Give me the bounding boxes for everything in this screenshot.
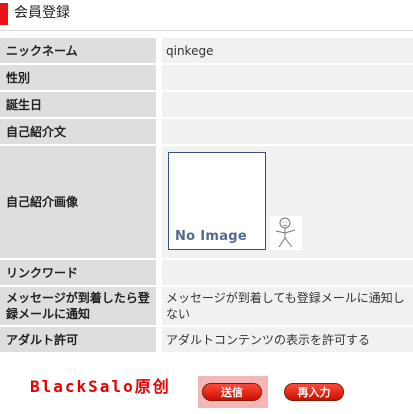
table-row: リンクワード — [0, 259, 413, 287]
photo-wrap: No Image — [166, 146, 413, 258]
profile-image-placeholder[interactable]: No Image — [168, 152, 266, 250]
no-image-text: No Image — [175, 229, 248, 244]
table-row: アダルト許可 アダルトコンテンツの表示を許可する — [0, 326, 413, 354]
table-row: ニックネーム qinkege — [0, 38, 413, 65]
photo-cell: No Image — [159, 145, 413, 260]
table-row: 自己紹介画像 No Image — [0, 145, 413, 260]
intro-label: 自己紹介文 — [0, 118, 162, 146]
header-accent-bar — [0, 3, 8, 25]
notify-value: メッセージが到着しても登録メールに通知しない — [159, 286, 413, 327]
stick-figure-icon — [270, 216, 302, 250]
submit-highlight: 送信 — [198, 376, 268, 408]
page-header: 会員登録 — [0, 0, 413, 31]
table-row: 自己紹介文 — [0, 118, 413, 146]
birthday-value — [159, 91, 413, 119]
intro-value — [159, 118, 413, 146]
nickname-label: ニックネーム — [0, 38, 162, 65]
profile-table: ニックネーム qinkege 性別 誕生日 自己紹介文 自己紹介画像 No Im… — [0, 38, 413, 354]
photo-label: 自己紹介画像 — [0, 145, 162, 260]
gender-label: 性別 — [0, 64, 162, 92]
table-row: 誕生日 — [0, 91, 413, 119]
table-row: メッセージが到着したら登録メールに通知 メッセージが到着しても登録メールに通知し… — [0, 286, 413, 327]
reset-button[interactable]: 再入力 — [284, 383, 344, 401]
link-word-value — [159, 259, 413, 287]
watermark-text: BlackSalo原创 — [30, 377, 171, 396]
gender-value — [159, 64, 413, 92]
link-word-label: リンクワード — [0, 259, 162, 287]
adult-value: アダルトコンテンツの表示を許可する — [159, 326, 413, 354]
birthday-label: 誕生日 — [0, 91, 162, 119]
page-title: 会員登録 — [14, 5, 70, 21]
submit-button[interactable]: 送信 — [202, 383, 262, 401]
footer: BlackSalo原创 送信 再入力 — [0, 366, 413, 414]
nickname-value: qinkege — [159, 38, 413, 65]
adult-label: アダルト許可 — [0, 326, 162, 354]
table-row: 性別 — [0, 64, 413, 92]
notify-label: メッセージが到着したら登録メールに通知 — [0, 286, 162, 327]
